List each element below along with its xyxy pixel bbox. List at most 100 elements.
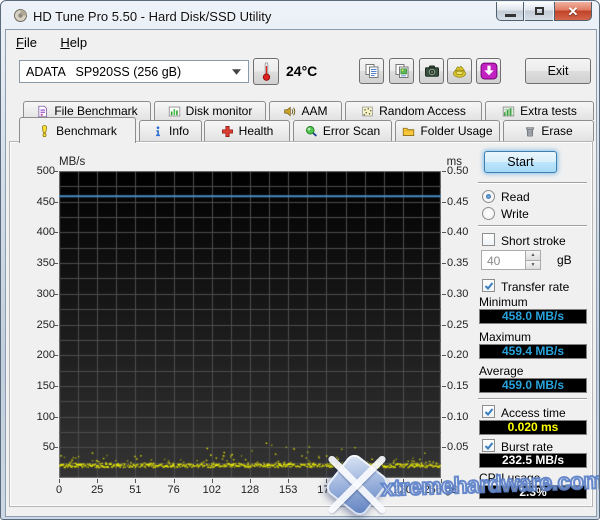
- health-cross-icon: [221, 125, 233, 137]
- y-left-tick-label: 500: [36, 165, 55, 177]
- copy-text-button[interactable]: [359, 58, 384, 84]
- tab-random-access[interactable]: Random Access: [345, 101, 482, 120]
- y-right-tick-label: 0.25: [447, 318, 469, 331]
- axis-tick: [288, 479, 290, 483]
- y-left-tick-label: 300: [36, 287, 55, 300]
- tab-label: Info: [168, 124, 189, 138]
- drive-select-dropdown[interactable]: ADATA SP920SS (256 gB): [19, 60, 249, 83]
- x-axis-tick-label: 256 gB: [423, 484, 459, 496]
- menu-bar: File Help: [6, 30, 596, 54]
- capacity-value: 40: [487, 254, 501, 268]
- check-icon: [484, 441, 493, 450]
- capacity-spinner[interactable]: 40 ▲ ▼: [481, 250, 541, 270]
- tab-label: Extra tests: [520, 104, 577, 118]
- maximum-value: 459.4 MB/s: [479, 344, 587, 359]
- axis-tick: [442, 385, 446, 387]
- capacity-unit-label: gB: [557, 253, 572, 267]
- spinner-up-button[interactable]: ▲: [526, 251, 540, 261]
- transfer-rate-label: Transfer rate: [501, 280, 570, 294]
- tab-aam[interactable]: AAM: [269, 101, 342, 120]
- info-icon: [156, 125, 160, 136]
- menu-help[interactable]: Help: [50, 30, 97, 54]
- short-stroke-checkbox[interactable]: [482, 233, 495, 246]
- axis-tick: [59, 479, 60, 483]
- separator: [478, 398, 587, 400]
- tab-info[interactable]: Info: [139, 120, 202, 141]
- axis-tick: [442, 171, 446, 172]
- update-button[interactable]: [476, 58, 501, 84]
- start-button[interactable]: Start: [484, 151, 557, 173]
- y-right-tick-label: 0.15: [447, 379, 469, 392]
- speaker-icon: [284, 106, 296, 116]
- copy-image-icon: [395, 64, 408, 78]
- burst-rate-checkbox[interactable]: [482, 439, 495, 452]
- axis-tick: [54, 232, 58, 234]
- axis-tick: [442, 232, 446, 234]
- read-label: Read: [501, 190, 530, 204]
- access-time-label: Access time: [501, 406, 566, 420]
- y-left-tick-label: 100: [36, 410, 55, 423]
- start-label: Start: [507, 155, 534, 169]
- y-right-tick-label: 0.10: [447, 410, 469, 423]
- tab-label: AAM: [301, 104, 328, 118]
- minimum-value: 458.0 MB/s: [479, 309, 587, 324]
- separator: [478, 225, 587, 227]
- close-icon: ✕: [567, 3, 579, 19]
- screenshot-button[interactable]: [419, 58, 444, 84]
- tab-error-scan[interactable]: Error Scan: [293, 120, 392, 141]
- write-radio[interactable]: [482, 207, 495, 220]
- spinner-down-button[interactable]: ▼: [526, 260, 540, 269]
- minimize-icon: [504, 13, 516, 17]
- extra-tests-icon: [502, 106, 515, 116]
- transfer-rate-checkbox[interactable]: [482, 279, 495, 292]
- chevron-down-icon: [232, 68, 241, 75]
- y-left-tick-label: 350: [36, 257, 55, 270]
- y-left-axis-unit: MB/s: [59, 156, 86, 168]
- average-label: Average: [479, 364, 524, 378]
- axis-tick: [54, 263, 58, 265]
- tab-folder-usage[interactable]: Folder Usage: [395, 120, 500, 141]
- y-left-tick-label: 400: [36, 226, 55, 239]
- average-value: 459.0 MB/s: [479, 378, 587, 393]
- minimize-button[interactable]: [496, 2, 524, 21]
- tab-label: Error Scan: [322, 124, 381, 138]
- access-time-checkbox[interactable]: [482, 405, 495, 418]
- cpu-usage-value: 2.3%: [479, 485, 587, 499]
- y-right-tick-label: 0.05: [447, 441, 469, 454]
- benchmark-icon: [42, 124, 48, 137]
- tab-extra-tests[interactable]: Extra tests: [485, 101, 594, 120]
- axis-tick: [250, 479, 251, 483]
- tab-health[interactable]: Health: [204, 120, 290, 141]
- axis-tick: [402, 479, 404, 483]
- maximize-button[interactable]: [525, 2, 553, 21]
- read-radio[interactable]: [482, 190, 495, 203]
- tab-erase[interactable]: Erase: [503, 120, 594, 141]
- y-right-tick-label: 0.50: [447, 165, 469, 177]
- axis-tick: [54, 293, 58, 295]
- disk-monitor-icon: [168, 106, 180, 116]
- burst-rate-value: 232.5 MB/s: [479, 453, 587, 468]
- benchmark-chart: [59, 171, 441, 478]
- tab-disk-monitor[interactable]: Disk monitor: [154, 101, 266, 120]
- y-right-tick-label: 0.35: [447, 257, 469, 270]
- exit-button[interactable]: Exit: [525, 58, 591, 84]
- thermometer-icon: [262, 62, 270, 81]
- axis-tick: [54, 324, 58, 326]
- donate-button[interactable]: [447, 58, 472, 84]
- temperature-button[interactable]: [253, 58, 279, 85]
- y-right-tick-label: 0.30: [447, 287, 469, 300]
- menu-file[interactable]: File: [6, 30, 47, 54]
- exit-label: Exit: [547, 64, 569, 78]
- axis-tick: [442, 263, 446, 265]
- access-time-value: 0.020 ms: [479, 420, 587, 435]
- check-icon: [484, 407, 493, 416]
- y-left-tick-label: 150: [36, 379, 55, 392]
- separator: [478, 182, 587, 184]
- close-button[interactable]: ✕: [554, 2, 592, 21]
- tab-label: Benchmark: [56, 123, 117, 138]
- axis-tick: [135, 479, 137, 483]
- axis-tick: [97, 479, 99, 483]
- copy-image-button[interactable]: [389, 58, 414, 84]
- y-right-tick-label: 0.20: [447, 349, 469, 362]
- tab-benchmark[interactable]: Benchmark: [19, 117, 136, 143]
